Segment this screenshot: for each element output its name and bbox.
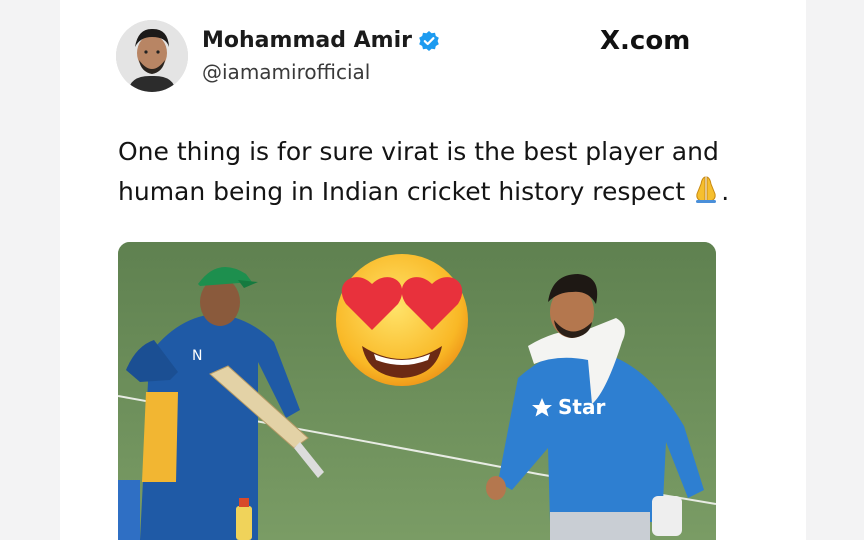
tweet-body: One thing is for sure virat is the best … [118,137,719,206]
folded-hands-icon [691,174,721,216]
tweet-media-photo[interactable]: N Star [118,242,716,540]
cricket-photo-illustration: N Star [118,242,716,540]
avatar[interactable] [116,20,188,92]
platform-brand: X.com [600,26,690,56]
author-handle[interactable]: @iamamirofficial [202,60,370,84]
tweet-text: One thing is for sure virat is the best … [118,132,758,216]
verified-badge-icon [418,30,440,52]
author-row: Mohammad Amir [202,28,440,53]
tweet-card: Mohammad Amir @iamamirofficial X.com One… [60,0,806,540]
jersey-sponsor: Star [558,395,605,419]
author-name[interactable]: Mohammad Amir [202,28,412,53]
x-logo-text: X.com [600,26,691,56]
left-jersey-letter: N [192,348,202,364]
heart-eyes-emoji-icon [336,254,468,386]
tweet-suffix: . [721,177,730,206]
avatar-image [116,20,188,92]
